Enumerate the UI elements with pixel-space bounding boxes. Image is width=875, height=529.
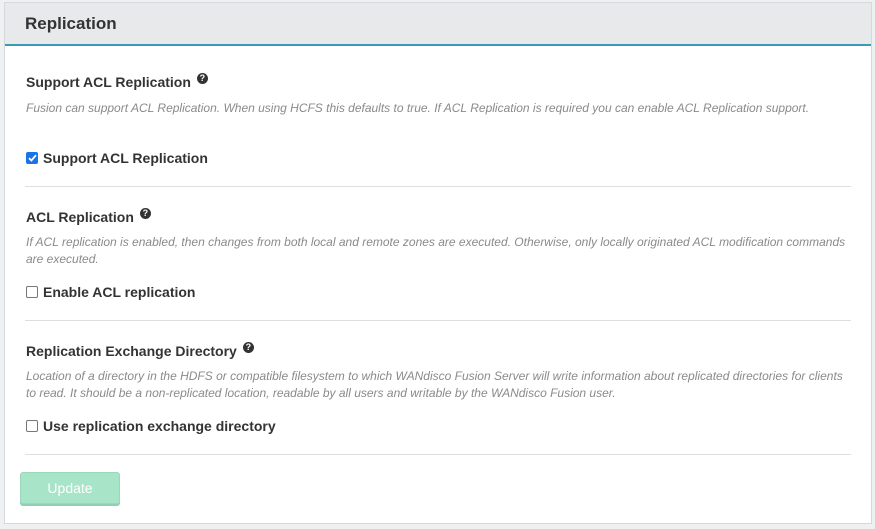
help-icon[interactable]: ? bbox=[242, 341, 254, 353]
section-support-acl-replication: Support ACL Replication ? Fusion can sup… bbox=[25, 46, 851, 187]
update-button[interactable]: Update bbox=[20, 472, 120, 504]
support-acl-replication-option[interactable]: Support ACL Replication bbox=[26, 150, 208, 166]
panel-header: Replication bbox=[5, 3, 871, 46]
use-replication-exchange-directory-option[interactable]: Use replication exchange directory bbox=[26, 418, 276, 434]
section-title-text: Support ACL Replication bbox=[26, 74, 191, 90]
checkmark-icon bbox=[27, 154, 37, 162]
section-title-text: Replication Exchange Directory bbox=[26, 343, 237, 359]
checkbox-label: Use replication exchange directory bbox=[43, 418, 276, 434]
section-title: Replication Exchange Directory ? bbox=[26, 341, 254, 359]
enable-acl-replication-checkbox[interactable] bbox=[26, 286, 38, 298]
section-title-text: ACL Replication bbox=[26, 209, 134, 225]
panel-title: Replication bbox=[25, 13, 117, 33]
section-description: Location of a directory in the HDFS or c… bbox=[26, 369, 843, 400]
help-icon[interactable]: ? bbox=[196, 72, 208, 84]
section-replication-exchange-directory: Replication Exchange Directory ? Locatio… bbox=[25, 321, 851, 455]
section-description: If ACL replication is enabled, then chan… bbox=[26, 235, 846, 266]
section-title: Support ACL Replication ? bbox=[26, 72, 208, 90]
panel-body: Support ACL Replication ? Fusion can sup… bbox=[5, 46, 871, 455]
enable-acl-replication-option[interactable]: Enable ACL replication bbox=[26, 284, 195, 300]
section-acl-replication: ACL Replication ? If ACL replication is … bbox=[25, 187, 851, 321]
support-acl-replication-checkbox[interactable] bbox=[26, 152, 38, 164]
replication-panel: Replication Support ACL Replication ? Fu… bbox=[4, 2, 872, 524]
section-title: ACL Replication ? bbox=[26, 207, 151, 225]
section-description: Fusion can support ACL Replication. When… bbox=[26, 101, 810, 115]
checkbox-label: Enable ACL replication bbox=[43, 284, 196, 300]
checkbox-label: Support ACL Replication bbox=[43, 150, 208, 166]
use-replication-exchange-directory-checkbox[interactable] bbox=[26, 420, 38, 432]
help-icon[interactable]: ? bbox=[139, 207, 151, 219]
